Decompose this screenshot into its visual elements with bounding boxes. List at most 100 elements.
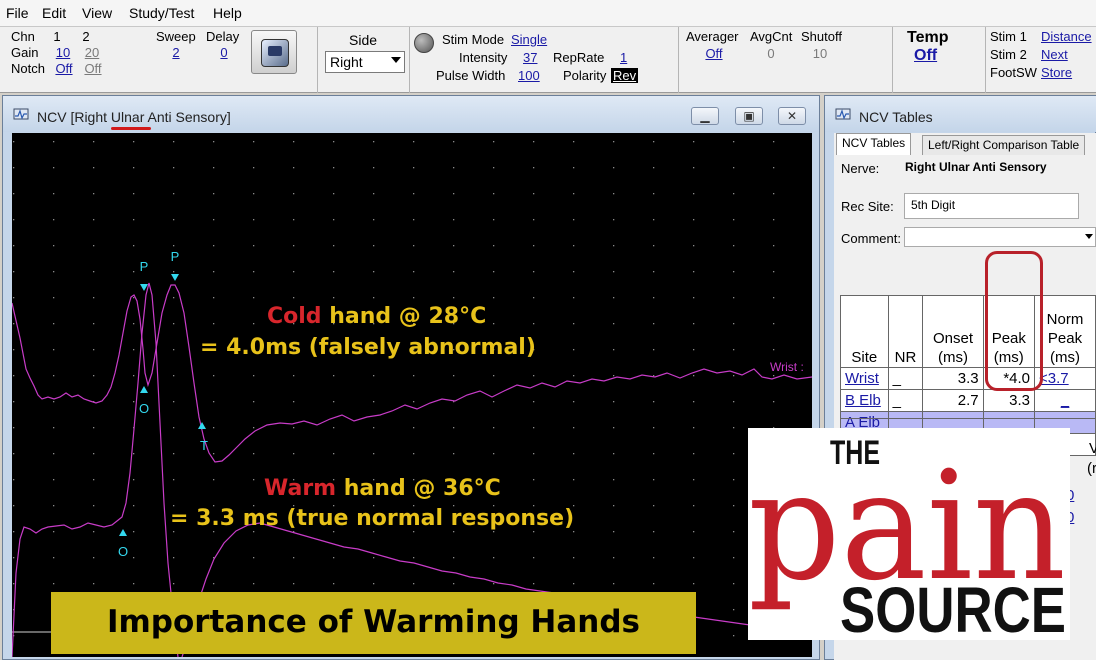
- stim2-value[interactable]: Next: [1041, 47, 1068, 62]
- column-header-onset: Onset (ms): [922, 295, 984, 368]
- intensity-label: Intensity: [459, 50, 508, 65]
- warm-annotation-line1: Warm hand @ 36°C: [264, 476, 501, 501]
- stimulator-button[interactable]: [251, 30, 297, 74]
- nerve-label: Nerve:: [841, 161, 880, 176]
- column-header-site: Site: [840, 295, 889, 368]
- stim1-value[interactable]: Distance: [1041, 29, 1092, 44]
- ncv-window-titlebar[interactable]: NCV [Right Ulnar Anti Sensory] ▁ ▣ ✕: [3, 96, 819, 132]
- peak-label: P: [140, 259, 149, 274]
- peak-highlight-circle: [985, 251, 1043, 391]
- reprate-label: RepRate: [553, 50, 605, 65]
- second-table-header-fragment: (r: [1087, 460, 1096, 477]
- footsw-value[interactable]: Store: [1041, 65, 1072, 80]
- pulse-width-value[interactable]: 100: [518, 68, 540, 83]
- close-icon: ✕: [786, 109, 798, 123]
- onset-cell[interactable]: 3.3: [922, 367, 984, 390]
- temp-value[interactable]: Off: [914, 47, 937, 65]
- delay-label: Delay: [206, 29, 240, 44]
- shutoff-value: 10: [812, 46, 828, 61]
- rec-site-label: Rec Site:: [841, 199, 894, 214]
- ulnar-underline-mark: [111, 127, 151, 130]
- polarity-value[interactable]: Rev: [611, 68, 639, 83]
- sweep-value[interactable]: 2: [168, 45, 184, 60]
- delay-value[interactable]: 0: [216, 45, 232, 60]
- acquisition-toolbar: Chn 1 2 Gain 10 20 Notch Off Off Sweep 2…: [0, 27, 1096, 93]
- peak-label: P: [171, 249, 180, 264]
- ncv-window-title: NCV [Right Ulnar Anti Sensory]: [37, 109, 231, 125]
- cold-annotation-line1: Cold hand @ 28°C: [267, 304, 487, 329]
- menu-file[interactable]: File: [6, 5, 29, 21]
- peak-cell[interactable]: 3.3: [982, 389, 1036, 412]
- tab-ncv-tables[interactable]: NCV Tables: [836, 133, 912, 155]
- banner-text: Importance of Warming Hands: [106, 604, 641, 640]
- gain1-value[interactable]: 10: [53, 45, 73, 60]
- ncv-window-icon: [13, 108, 29, 120]
- the-pain-source-logo: THE pain SOURCE: [748, 428, 1070, 640]
- shutoff-label: Shutoff: [801, 29, 842, 44]
- intensity-value[interactable]: 37: [523, 50, 537, 65]
- side-select[interactable]: Right: [325, 51, 405, 73]
- table-row[interactable]: Wrist _ 3.3 *4.0 <3.7: [840, 367, 1096, 390]
- chn1-value: 1: [53, 29, 61, 44]
- maximize-icon: ▣: [743, 109, 755, 123]
- side-label: Side: [349, 32, 378, 48]
- menu-edit[interactable]: Edit: [42, 5, 66, 21]
- notch1-value[interactable]: Off: [53, 61, 75, 76]
- averager-label: Averager: [686, 29, 739, 44]
- tables-window-icon: [835, 108, 851, 120]
- column-header-norm-peak: Norm Peak (ms): [1034, 295, 1096, 368]
- onset-label: O: [118, 544, 128, 559]
- second-table-header-fragment: V: [1089, 440, 1096, 457]
- chn-label: Chn: [11, 29, 35, 44]
- rec-site-field[interactable]: 5th Digit: [904, 193, 1079, 219]
- averager-value[interactable]: Off: [702, 46, 726, 61]
- stim-indicator-icon: [414, 33, 434, 53]
- nr-cell[interactable]: _: [887, 367, 924, 390]
- menu-bar: File Edit View Study/Test Help: [0, 0, 1096, 27]
- minimize-button[interactable]: ▁: [691, 107, 719, 125]
- stim1-label: Stim 1: [990, 29, 1027, 44]
- onset-label: O: [139, 401, 149, 416]
- sweep-label: Sweep: [156, 29, 196, 44]
- logo-source: SOURCE: [840, 574, 1066, 640]
- minimize-icon: ▁: [700, 109, 710, 123]
- reprate-value[interactable]: 1: [620, 50, 627, 65]
- cold-annotation-line2: = 4.0ms (falsely abnormal): [200, 335, 536, 360]
- tab-left-right-comparison[interactable]: Left/Right Comparison Table: [922, 135, 1086, 155]
- maximize-button[interactable]: ▣: [735, 107, 763, 125]
- menu-view[interactable]: View: [82, 5, 112, 21]
- onset-cell[interactable]: 2.7: [922, 389, 984, 412]
- table-row[interactable]: B Elb _ 2.7 3.3 _: [840, 389, 1096, 412]
- norm-peak-cell[interactable]: _: [1061, 392, 1069, 409]
- menu-study-test[interactable]: Study/Test: [129, 5, 194, 21]
- table-header-row: Site NR Onset (ms) Peak (ms) Norm Peak (…: [840, 295, 1096, 368]
- menu-help[interactable]: Help: [213, 5, 242, 21]
- chevron-down-icon: [1085, 234, 1093, 239]
- nr-cell[interactable]: _: [887, 389, 924, 412]
- trough-label: T: [200, 438, 208, 453]
- site-link-b-elb[interactable]: B Elb: [845, 392, 881, 409]
- notch-label: Notch: [11, 61, 45, 76]
- gain2-value[interactable]: 20: [82, 45, 102, 60]
- notch2-value[interactable]: Off: [82, 61, 104, 76]
- comment-label: Comment:: [841, 231, 901, 246]
- tables-window-title: NCV Tables: [859, 109, 933, 125]
- trace-label-wrist: Wrist :: [770, 360, 804, 374]
- gain-label: Gain: [11, 45, 39, 60]
- chevron-down-icon: [391, 57, 401, 63]
- stim-mode-value[interactable]: Single: [511, 32, 547, 47]
- polarity-label: Polarity: [563, 68, 607, 83]
- close-button[interactable]: ✕: [778, 107, 806, 125]
- avgcnt-value: 0: [767, 46, 775, 61]
- warm-annotation-line2: = 3.3 ms (true normal response): [170, 506, 575, 531]
- column-header-nr: NR: [887, 295, 924, 368]
- norm-peak-cell[interactable]: <3.7: [1039, 370, 1069, 387]
- chn2-value: 2: [82, 29, 90, 44]
- site-link-wrist[interactable]: Wrist: [845, 370, 879, 387]
- ncv-waveform-window: NCV [Right Ulnar Anti Sensory] ▁ ▣ ✕ P P…: [2, 95, 820, 660]
- waveform-plot[interactable]: P P O O T Wrist :: [12, 133, 812, 657]
- stimulator-device-icon: [261, 39, 289, 67]
- comment-select[interactable]: [904, 227, 1096, 247]
- tables-window-titlebar[interactable]: NCV Tables: [825, 96, 1096, 132]
- title-banner: Importance of Warming Hands: [51, 592, 696, 654]
